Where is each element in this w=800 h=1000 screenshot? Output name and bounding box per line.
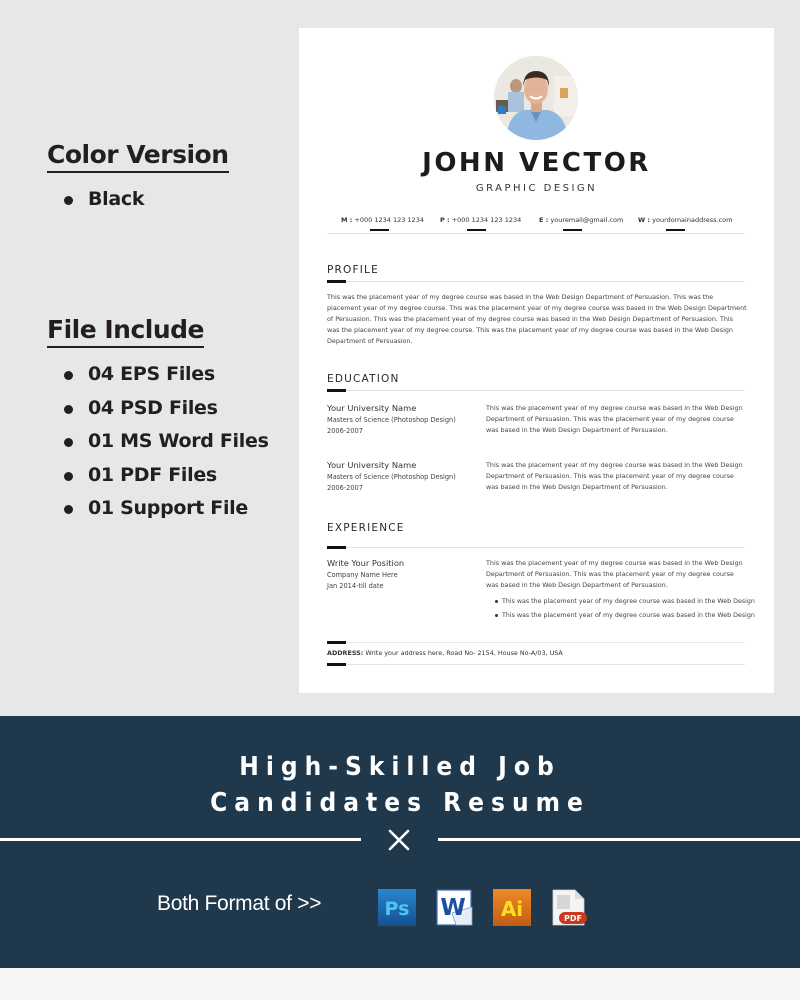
contact-bar: M : +000 1234 123 1234 P : +000 1234 123… bbox=[327, 216, 745, 234]
svg-text:PDF: PDF bbox=[564, 914, 582, 923]
word-icon: W bbox=[436, 889, 473, 926]
photoshop-icon: Ps bbox=[378, 889, 416, 926]
file-include-item: 01 MS Word Files bbox=[64, 425, 269, 459]
close-x-icon bbox=[388, 829, 410, 851]
formats-label: Both Format of >> bbox=[157, 892, 322, 915]
resume-name: JOHN VECTOR bbox=[422, 148, 651, 178]
file-include-list: 04 EPS Files 04 PSD Files 01 MS Word Fil… bbox=[64, 358, 269, 526]
resume-role: GRAPHIC DESIGN bbox=[475, 183, 598, 194]
address-top-divider bbox=[327, 641, 745, 644]
file-include-section: File Include 04 EPS Files 04 PSD Files 0… bbox=[47, 315, 269, 526]
bottom-strip bbox=[0, 968, 800, 1000]
resume-preview: JOHN VECTOR GRAPHIC DESIGN M : +000 1234… bbox=[299, 28, 774, 693]
file-include-item: 04 EPS Files bbox=[64, 358, 269, 392]
profile-text: This was the placement year of my degree… bbox=[327, 293, 747, 345]
education-entry: Your University Name Masters of Science … bbox=[327, 403, 456, 435]
svg-text:Ps: Ps bbox=[385, 898, 410, 920]
profile-photo bbox=[494, 56, 578, 140]
education-divider bbox=[327, 389, 745, 392]
experience-bullet: This was the placement year of my degree… bbox=[495, 596, 755, 610]
experience-bullet: This was the placement year of my degree… bbox=[495, 610, 755, 624]
contact-phone: P : +000 1234 123 1234 bbox=[440, 216, 521, 231]
file-include-item: 01 Support File bbox=[64, 492, 269, 526]
education-description: This was the placement year of my degree… bbox=[486, 404, 743, 434]
contact-website: W : yourdomainaddress.com bbox=[638, 216, 732, 231]
education-description: This was the placement year of my degree… bbox=[486, 461, 743, 491]
contact-email: E : youremail@gmail.com bbox=[539, 216, 623, 231]
profile-title: PROFILE bbox=[327, 264, 379, 276]
promo-banner: High-Skilled Job Candidates Resume Both … bbox=[0, 716, 800, 968]
file-include-item: 01 PDF Files bbox=[64, 459, 269, 493]
product-info: Color Version Black File Include 04 EPS … bbox=[47, 140, 287, 519]
color-version-section: Color Version Black bbox=[47, 140, 287, 217]
svg-text:W: W bbox=[440, 895, 465, 921]
avatar bbox=[494, 56, 578, 140]
color-version-item: Black bbox=[64, 183, 287, 217]
experience-entry: Write Your Position Company Name Here Ja… bbox=[327, 558, 405, 590]
experience-divider bbox=[327, 546, 745, 549]
color-version-list: Black bbox=[64, 183, 287, 217]
file-include-title: File Include bbox=[47, 315, 205, 348]
address-line: ADDRESS: Write your address here, Road N… bbox=[327, 649, 563, 657]
divider-right bbox=[438, 838, 800, 841]
illustrator-icon: Ai bbox=[493, 889, 531, 926]
experience-title: EXPERIENCE bbox=[327, 522, 405, 534]
contact-mobile: M : +000 1234 123 1234 bbox=[341, 216, 424, 231]
svg-text:Ai: Ai bbox=[501, 897, 523, 921]
divider-left bbox=[0, 838, 361, 841]
file-include-item: 04 PSD Files bbox=[64, 392, 269, 426]
education-title: EDUCATION bbox=[327, 373, 400, 385]
experience-description: This was the placement year of my degree… bbox=[486, 559, 743, 589]
profile-divider bbox=[327, 280, 745, 283]
color-version-title: Color Version bbox=[47, 140, 229, 173]
pdf-icon: PDF bbox=[552, 889, 587, 926]
experience-bullets: This was the placement year of my degree… bbox=[495, 596, 755, 624]
address-bottom-divider bbox=[327, 663, 745, 666]
headline-line2: Candidates Resume bbox=[210, 788, 590, 818]
headline-line1: High-Skilled Job bbox=[239, 752, 561, 782]
education-entry: Your University Name Masters of Science … bbox=[327, 460, 456, 492]
